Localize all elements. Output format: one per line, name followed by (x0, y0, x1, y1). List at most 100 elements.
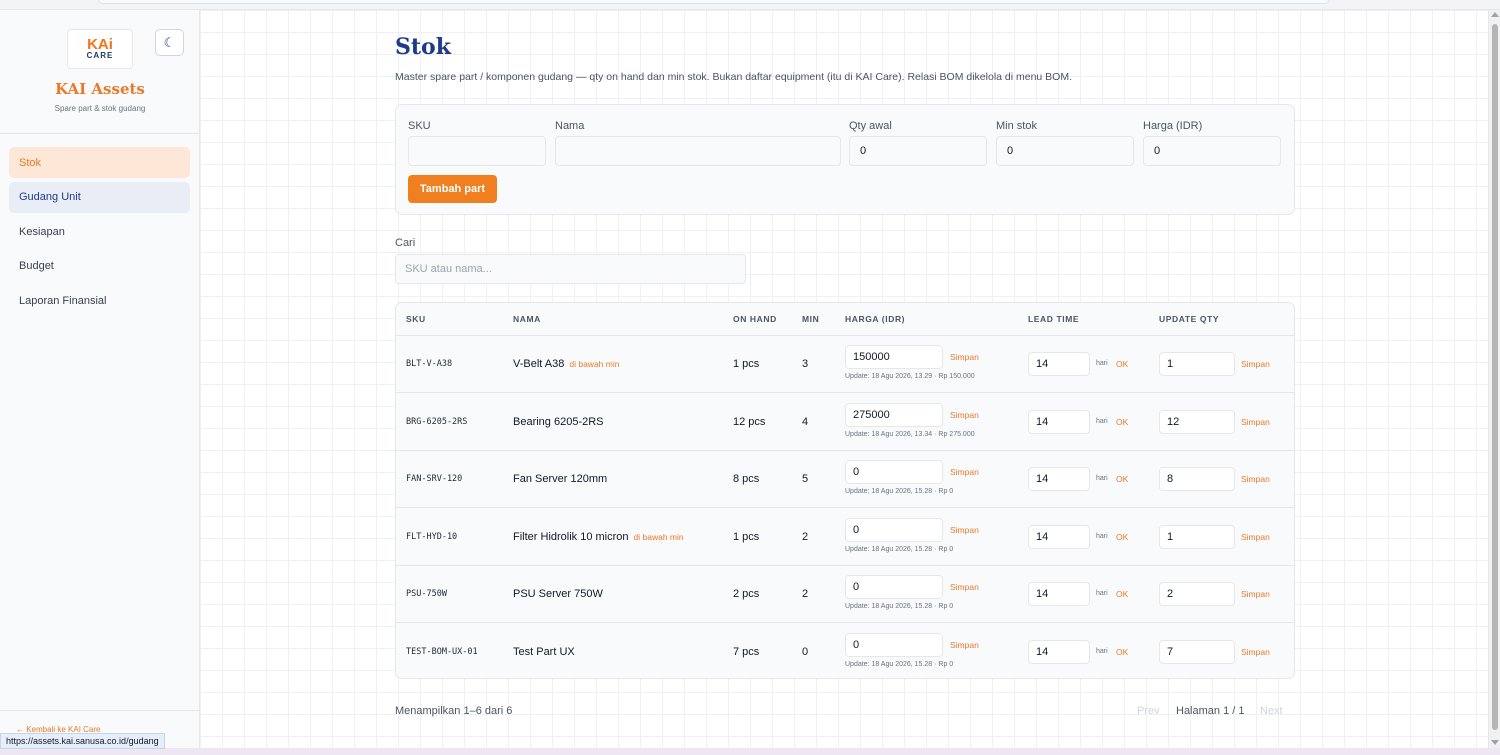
row-qty-save-button[interactable]: Simpan (1241, 359, 1270, 369)
header-lead-time[interactable]: LEAD TIME (1028, 314, 1079, 324)
row-hari-label: hari (1096, 590, 1108, 597)
row-qty-input[interactable]: 8 (1159, 467, 1235, 491)
row-hari-label: hari (1096, 475, 1108, 482)
row-qty-save-button[interactable]: Simpan (1241, 532, 1270, 542)
row-update-info: Update: 18 Agu 2026, 15.28 · Rp 0 (845, 603, 954, 610)
row-name: Fan Server 120mm (513, 473, 612, 485)
sidebar-divider (0, 133, 199, 134)
row-price-input[interactable]: 275000 (845, 402, 943, 427)
row-min: 3 (802, 358, 809, 370)
row-name: PSU Server 750W (513, 588, 608, 600)
sidebar-item-stok[interactable]: Stok (9, 147, 190, 178)
logo-mark: KAi CARE (86, 37, 114, 60)
row-sku: PSU-750W (406, 589, 447, 599)
table-row: BRG-6205-2RS Bearing 6205-2RS 12 pcs 4 2… (396, 394, 1294, 451)
tambah-part-button[interactable]: Tambah part (408, 175, 497, 203)
row-qty-input[interactable]: 2 (1159, 582, 1235, 606)
header-on-hand[interactable]: ON HAND (733, 314, 777, 324)
row-qty-save-button[interactable]: Simpan (1241, 417, 1270, 427)
moon-icon: ☾ (163, 34, 176, 50)
row-name-text: PSU Server 750W (513, 588, 603, 600)
sidebar-item-gudang-unit[interactable]: Gudang Unit (9, 181, 190, 213)
row-qty-input[interactable]: 12 (1159, 409, 1235, 434)
row-qty-save-button[interactable]: Simpan (1241, 647, 1270, 657)
row-price-input[interactable]: 150000 (845, 345, 943, 369)
row-price-input[interactable]: 0 (845, 460, 943, 484)
row-lead-ok-button[interactable]: OK (1116, 417, 1128, 427)
status-bar-url: https://assets.kai.sanusa.co.id/gudang (0, 733, 165, 749)
name-input[interactable] (555, 136, 841, 166)
sidebar-item-budget[interactable]: Budget (9, 251, 190, 282)
row-qty-input[interactable]: 1 (1159, 524, 1235, 549)
row-lead-ok-button[interactable]: OK (1116, 589, 1128, 599)
sidebar: KAi CARE ☾ KAI Assets Spare part & stok … (0, 10, 200, 755)
pagination-next-button[interactable]: Next (1260, 705, 1283, 717)
row-hari-label: hari (1096, 532, 1108, 540)
row-lead-time-input[interactable]: 14 (1028, 352, 1090, 376)
row-update-info: Update: 18 Agu 2026, 15.28 · Rp 0 (845, 660, 954, 668)
scrollbar-thumb[interactable] (1492, 24, 1498, 730)
row-qty-save-button[interactable]: Simpan (1241, 589, 1270, 599)
row-lead-ok-button[interactable]: OK (1116, 647, 1128, 657)
brand-title: KAI Assets (55, 80, 145, 98)
row-price-save-button[interactable]: Simpan (950, 525, 979, 535)
row-qty-save-button[interactable]: Simpan (1241, 474, 1270, 484)
row-update-info: Update: 18 Agu 2026, 13.34 · Rp 275.000 (845, 430, 975, 438)
harga-input[interactable]: 0 (1143, 136, 1281, 166)
header-sku[interactable]: SKU (406, 314, 426, 324)
sku-label: SKU (408, 120, 431, 132)
row-lead-ok-button[interactable]: OK (1116, 532, 1128, 542)
theme-toggle-button[interactable]: ☾ (155, 29, 184, 56)
row-name-text: V-Belt A38 (513, 358, 565, 370)
row-lead-time-input[interactable]: 14 (1028, 409, 1090, 434)
search-input[interactable]: SKU atau nama... (395, 254, 746, 284)
row-sku: FLT-HYD-10 (406, 531, 458, 542)
header-harga[interactable]: HARGA (IDR) (845, 314, 905, 324)
row-price-input[interactable]: 0 (845, 517, 943, 542)
row-price-input[interactable]: 0 (845, 632, 943, 657)
row-price-save-button[interactable]: Simpan (950, 582, 979, 592)
below-min-badge: di bawah min (569, 359, 620, 369)
row-price-save-button[interactable]: Simpan (950, 467, 979, 477)
row-lead-time-input[interactable]: 14 (1028, 639, 1090, 664)
row-update-info: Update: 18 Agu 2026, 13.29 · Rp 150.000 (845, 373, 975, 380)
row-price-save-button[interactable]: Simpan (950, 640, 979, 650)
row-update-info: Update: 18 Agu 2026, 15.28 · Rp 0 (845, 488, 954, 495)
row-sku: FAN-SRV-120 (406, 474, 463, 484)
pagination-page-indicator: Halaman 1 / 1 (1176, 705, 1245, 717)
row-qty-input[interactable]: 7 (1159, 639, 1235, 664)
header-nama[interactable]: NAMA (513, 314, 541, 324)
row-price-save-button[interactable]: Simpan (950, 410, 979, 420)
app-logo[interactable]: KAi CARE (67, 29, 133, 69)
header-min[interactable]: MIN (802, 314, 819, 324)
scroll-down-arrow-icon[interactable] (1491, 740, 1499, 745)
harga-label: Harga (IDR) (1143, 120, 1203, 132)
min-stok-input[interactable]: 0 (996, 136, 1134, 166)
row-qty-input[interactable]: 1 (1159, 352, 1235, 376)
main-content: Stok Master spare part / komponen gudang… (200, 10, 1488, 748)
qty-awal-input[interactable]: 0 (849, 136, 987, 166)
sidebar-item-laporan-finansial[interactable]: Laporan Finansial (9, 285, 190, 316)
row-min: 4 (802, 415, 809, 428)
qty-awal-label: Qty awal (849, 120, 892, 132)
row-lead-time-input[interactable]: 14 (1028, 524, 1090, 549)
row-min: 2 (802, 530, 809, 543)
row-lead-time-input[interactable]: 14 (1028, 582, 1090, 606)
row-price-save-button[interactable]: Simpan (950, 352, 979, 362)
row-price-input[interactable]: 0 (845, 575, 943, 599)
sidebar-item-kesiapan[interactable]: Kesiapan (9, 216, 190, 247)
row-lead-ok-button[interactable]: OK (1116, 474, 1128, 484)
row-on-hand: 1 pcs (733, 358, 760, 370)
vertical-scrollbar[interactable] (1488, 10, 1500, 748)
sidebar-footer-divider (0, 710, 199, 711)
row-lead-ok-button[interactable]: OK (1116, 359, 1128, 369)
logo-subtext: CARE (86, 50, 114, 60)
header-update-qty[interactable]: UPDATE QTY (1159, 314, 1219, 324)
sku-input[interactable] (408, 136, 546, 166)
row-lead-time-input[interactable]: 14 (1028, 467, 1090, 491)
row-on-hand: 12 pcs (733, 415, 766, 428)
table-row: BLT-V-A38 V-Belt A38 di bawah min 1 pcs 3… (396, 336, 1294, 393)
pagination-prev-button[interactable]: Prev (1137, 705, 1160, 717)
stock-table: SKU NAMA ON HAND MIN HARGA (IDR) LEAD TI… (395, 302, 1295, 679)
scroll-up-arrow-icon[interactable] (1491, 12, 1499, 17)
